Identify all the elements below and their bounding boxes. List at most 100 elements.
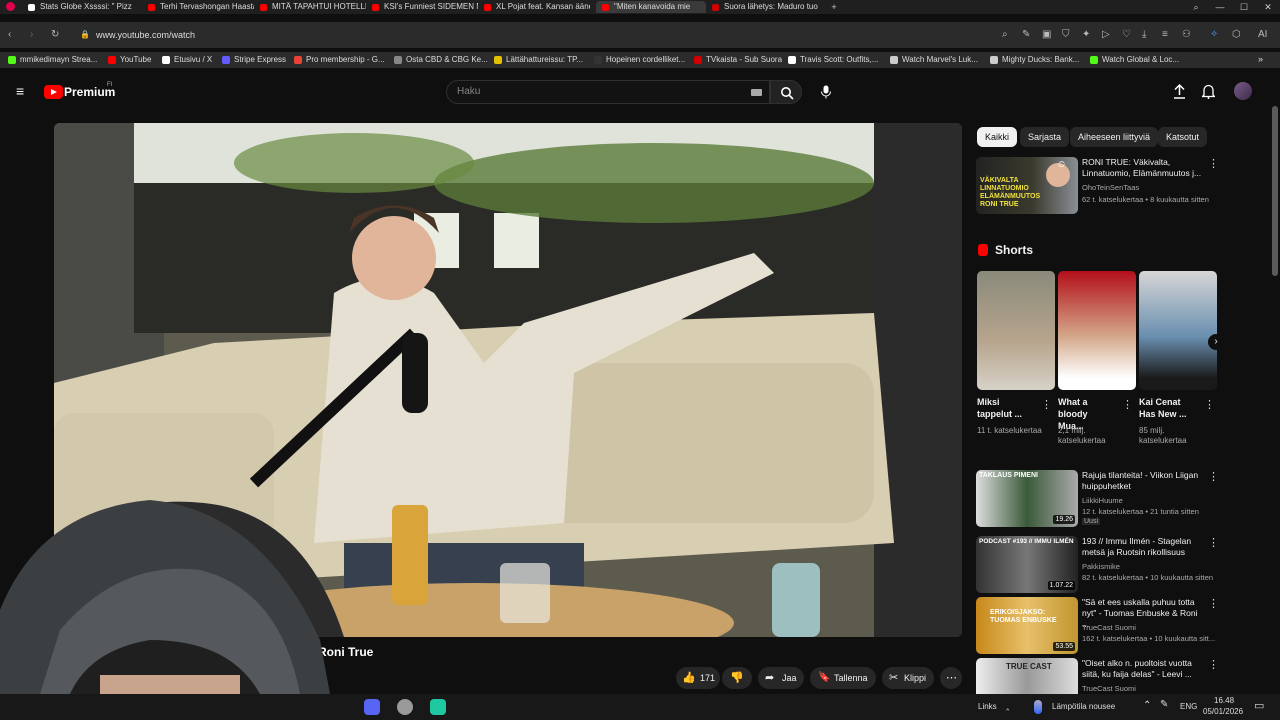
aria-icon[interactable]: ✧ — [1210, 29, 1218, 40]
video-title[interactable]: 193 // Immu Ilmén - Stagelan metsä ja Ru… — [1082, 536, 1202, 558]
shield-icon[interactable]: ⛉ — [1062, 29, 1070, 40]
avatar[interactable] — [1234, 82, 1252, 100]
extension-icon[interactable]: ✦ — [1082, 29, 1090, 40]
chevron-up-icon[interactable]: ‸ — [1006, 700, 1009, 711]
video-channel[interactable]: TrueCast Suomi — [1082, 684, 1208, 693]
clip-button[interactable]: ✂ Klippi — [882, 667, 934, 689]
heart-icon[interactable]: ♡ — [1122, 29, 1131, 40]
bookmark-item[interactable]: Watch Global & Loc... — [1090, 55, 1179, 65]
more-vertical-icon[interactable]: ⋮ — [1041, 398, 1052, 411]
video-title[interactable]: RONI TRUE: Väkivalta, Linnatuomio, Elämä… — [1082, 157, 1202, 179]
recommended-video[interactable]: TRUE CAST "Oiset alko n. puoltoist vuott… — [976, 658, 1220, 694]
ai-icon[interactable]: AI — [1258, 29, 1267, 40]
chip-all[interactable]: Kaikki — [977, 127, 1018, 147]
edit-icon[interactable]: ✎ — [1022, 29, 1030, 40]
browser-tab[interactable]: Terhi Tervashongan Haastatt — [142, 1, 254, 13]
search-input[interactable]: Haku — [446, 80, 770, 104]
close-window-button[interactable]: ✕ — [1256, 1, 1280, 13]
language-indicator[interactable]: ENG — [1180, 702, 1197, 711]
bookmark-item[interactable]: Hopeinen cordelliket... — [594, 55, 685, 65]
app-icon[interactable] — [397, 699, 413, 715]
download-icon[interactable]: ⤓ — [1142, 29, 1146, 40]
more-bookmarks-icon[interactable]: » — [1258, 54, 1263, 64]
video-channel[interactable]: TrueCast Suomi — [1082, 623, 1208, 632]
more-vertical-icon[interactable]: ⋮ — [1208, 157, 1219, 170]
hamburger-menu-icon[interactable]: ≡ — [16, 83, 24, 99]
more-vertical-icon[interactable]: ⋮ — [1208, 597, 1219, 610]
bookmark-item[interactable]: Stripe Express — [222, 55, 286, 65]
recommended-video[interactable]: TAKLAUS PIMENI 19.26 Rajuja tilanteita! … — [976, 470, 1220, 528]
browser-tab[interactable]: Suora lähetys: Maduro tuomi — [706, 1, 818, 13]
clock-time[interactable]: 16.48 — [1214, 696, 1234, 705]
video-title[interactable]: "Oiset alko n. puoltoist vuotta siitä, k… — [1082, 658, 1202, 680]
voice-search-button[interactable] — [812, 80, 840, 104]
browser-tab[interactable]: Stats Globe Xssssi: " Pizz — [22, 1, 134, 13]
account-icon[interactable]: ⚇ — [1182, 29, 1191, 40]
more-vertical-icon[interactable]: ⋮ — [1208, 658, 1219, 671]
short-title[interactable]: Kai Cenat Has New ... — [1139, 396, 1195, 420]
browser-tab[interactable]: MITÄ TAPAHTUI HOTELLISSA? — [254, 1, 366, 13]
more-vertical-icon[interactable]: ⋮ — [1204, 398, 1215, 411]
notifications-icon[interactable]: ▭ — [1254, 699, 1264, 712]
recommended-video[interactable]: VÄKIVALTA LINNATUOMIO ELÄMÄNMUUTOS RONI … — [976, 157, 1220, 215]
back-icon[interactable]: ‹ — [8, 29, 11, 40]
browser-tab[interactable]: KSI's Funniest SIDEMEN Mom — [366, 1, 478, 13]
network-icon[interactable]: ✎ — [1160, 699, 1168, 710]
chevron-up-icon[interactable]: ⌃ — [1143, 700, 1151, 711]
browser-tab-active[interactable]: "Miten kanavoida mie — [596, 1, 706, 13]
cube-icon[interactable]: ⬡ — [1232, 29, 1241, 40]
chip-watched[interactable]: Katsotut — [1158, 127, 1208, 147]
search-tabs-icon[interactable]: ⌕ — [1184, 1, 1208, 13]
youtube-logo-icon[interactable] — [44, 85, 63, 99]
bookmark-item[interactable]: Travis Scott: Outfits,... — [788, 55, 878, 65]
bookmark-item[interactable]: TVkaista - Sub Suora — [694, 55, 782, 65]
video-thumbnail[interactable]: VÄKIVALTA LINNATUOMIO ELÄMÄNMUUTOS RONI … — [976, 157, 1078, 214]
more-actions-button[interactable]: ⋯ — [940, 667, 962, 689]
upload-icon[interactable] — [1173, 84, 1186, 99]
search-icon[interactable]: ⌕ — [1002, 29, 1008, 40]
video-thumbnail[interactable]: ERIKOISJAKSO: TUOMAS ENBUSKE 53.55 — [976, 597, 1078, 654]
video-thumbnail[interactable]: PODCAST #193 // IMMU ILMÉN 1.07.22 — [976, 536, 1078, 593]
recommended-video[interactable]: ERIKOISJAKSO: TUOMAS ENBUSKE 53.55 "Sä e… — [976, 597, 1220, 655]
bookmark-item[interactable]: Pro membership - G... — [294, 55, 385, 65]
address-bar[interactable]: 🔒 www.youtube.com/watch — [72, 25, 992, 45]
links-toolbar[interactable]: Links — [978, 702, 997, 711]
recommended-video[interactable]: PODCAST #193 // IMMU ILMÉN 1.07.22 193 /… — [976, 536, 1220, 594]
share-button[interactable]: ➦ Jaa — [758, 667, 804, 689]
chip-related[interactable]: Aiheeseen liittyviä — [1070, 127, 1159, 147]
short-thumbnail[interactable] — [977, 271, 1055, 390]
chip-series[interactable]: Sarjasta — [1020, 127, 1070, 147]
bookmark-item[interactable]: Osta CBD & CBG Ke... — [394, 55, 488, 65]
maximize-button[interactable]: ☐ — [1232, 1, 1256, 13]
more-vertical-icon[interactable]: ⋮ — [1208, 470, 1219, 483]
page-scrollbar[interactable] — [1272, 106, 1278, 276]
video-title[interactable]: Rajuja tilanteita! - Viikon Liigan huipp… — [1082, 470, 1202, 492]
search-button[interactable] — [770, 80, 802, 104]
short-thumbnail[interactable] — [1139, 271, 1217, 390]
short-thumbnail[interactable] — [1058, 271, 1136, 390]
opera-logo-icon[interactable] — [6, 2, 15, 11]
discord-icon[interactable] — [364, 699, 380, 715]
clock-date[interactable]: 05/01/2026 — [1203, 707, 1243, 716]
more-vertical-icon[interactable]: ⋮ — [1122, 398, 1133, 411]
menu-icon[interactable]: ≡ — [1162, 29, 1168, 40]
reload-icon[interactable]: ↻ — [51, 29, 59, 40]
video-thumbnail[interactable]: TAKLAUS PIMENI 19.26 — [976, 470, 1078, 527]
weather-status[interactable]: Lämpötila nousee — [1052, 702, 1115, 711]
dislike-button[interactable]: 👎 — [722, 667, 752, 689]
app-icon[interactable] — [430, 699, 446, 715]
chevron-right-icon[interactable]: › — [1208, 334, 1224, 350]
video-channel[interactable]: OhoTeinSenTaas — [1082, 183, 1208, 192]
like-button[interactable]: 👍 171 — [676, 667, 720, 689]
bookmark-item[interactable]: YouTube — [108, 55, 151, 65]
video-channel[interactable]: LiikkiHuume — [1082, 496, 1208, 505]
minimize-button[interactable]: — — [1208, 1, 1232, 13]
forward-icon[interactable]: › — [30, 29, 33, 40]
video-channel[interactable]: Pakkismike — [1082, 562, 1208, 571]
bookmark-item[interactable]: Mighty Ducks: Bank... — [990, 55, 1079, 65]
short-title[interactable]: Miksi tappelut ... — [977, 396, 1033, 420]
new-tab-button[interactable]: + — [822, 1, 846, 13]
camera-icon[interactable]: ▣ — [1042, 29, 1051, 40]
save-button[interactable]: 🔖 Tallenna — [810, 667, 876, 689]
video-thumbnail[interactable]: TRUE CAST — [976, 658, 1078, 694]
